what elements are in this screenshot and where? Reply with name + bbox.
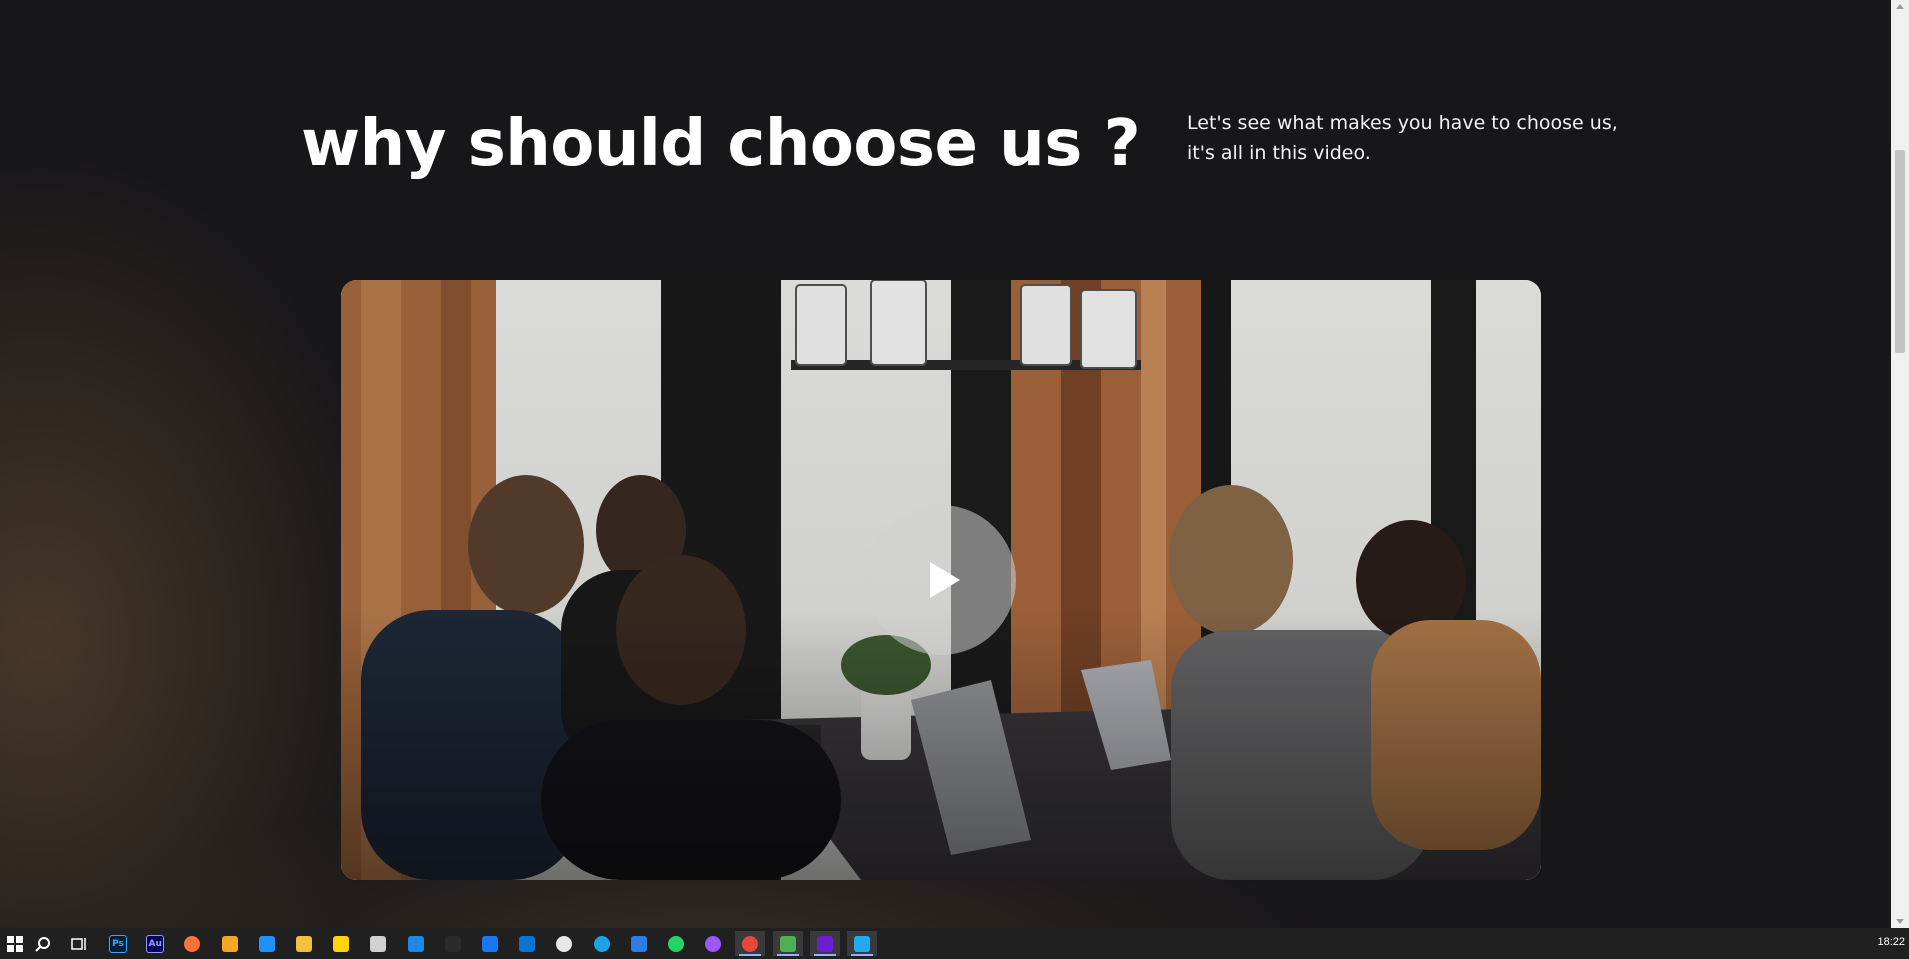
start-icon-glyph bbox=[7, 935, 23, 952]
vscode-icon-glyph bbox=[854, 935, 870, 952]
app-green-icon[interactable] bbox=[772, 931, 803, 956]
outlook-icon[interactable] bbox=[512, 931, 542, 956]
audition-icon[interactable]: Au bbox=[140, 931, 170, 956]
task-view-icon-glyph bbox=[71, 936, 87, 952]
chrome-icon-glyph bbox=[742, 935, 759, 952]
firefox-icon-glyph bbox=[184, 935, 201, 952]
task-view-icon[interactable] bbox=[64, 931, 94, 956]
vertical-scrollbar[interactable] bbox=[1891, 0, 1909, 928]
section-intro: Let's see what makes you have to choose … bbox=[1187, 108, 1627, 168]
whatsapp-icon-glyph bbox=[668, 935, 684, 952]
play-icon bbox=[930, 562, 960, 598]
scrollbar-thumb[interactable] bbox=[1895, 150, 1905, 353]
play-button[interactable] bbox=[866, 505, 1016, 655]
store-icon-glyph bbox=[258, 935, 275, 952]
photoshop-icon-glyph: Ps bbox=[109, 934, 127, 953]
webstorm-icon-glyph bbox=[407, 935, 424, 952]
messenger-icon[interactable] bbox=[698, 931, 728, 956]
intro-line-2: it's all in this video. bbox=[1187, 142, 1371, 164]
chrome-icon[interactable] bbox=[735, 931, 766, 956]
facebook-icon[interactable] bbox=[475, 931, 505, 956]
outlook-icon-glyph bbox=[519, 935, 536, 952]
app-icon-glyph bbox=[370, 935, 387, 952]
file-explorer-icon-glyph bbox=[296, 935, 312, 952]
search-icon-glyph bbox=[35, 936, 51, 952]
video-player[interactable] bbox=[341, 280, 1541, 880]
taskbar: Ps Au 18:22 bbox=[0, 928, 1909, 959]
taskbar-clock[interactable]: 18:22 bbox=[1877, 936, 1905, 948]
edge-icon[interactable] bbox=[587, 931, 617, 956]
search-icon[interactable] bbox=[28, 931, 58, 956]
file-explorer-icon[interactable] bbox=[289, 931, 319, 956]
messenger-icon-glyph bbox=[705, 935, 722, 952]
intro-line-1: Let's see what makes you have to choose … bbox=[1187, 112, 1618, 134]
page: why should choose us ? Let's see what ma… bbox=[0, 0, 1891, 928]
media-player-icon-glyph bbox=[816, 935, 833, 952]
terminal-icon-glyph bbox=[444, 935, 461, 952]
whatsapp-icon[interactable] bbox=[661, 931, 691, 956]
photoshop-icon[interactable]: Ps bbox=[103, 931, 133, 956]
start-icon[interactable] bbox=[0, 931, 30, 956]
sticky-notes-icon-glyph bbox=[333, 935, 350, 952]
scroll-up-icon[interactable] bbox=[1896, 4, 1904, 9]
todo-icon-glyph bbox=[630, 935, 647, 952]
photos-icon[interactable] bbox=[549, 931, 579, 956]
app-icon[interactable] bbox=[363, 931, 393, 956]
edge-icon-glyph bbox=[593, 935, 610, 952]
webstorm-icon[interactable] bbox=[401, 931, 431, 956]
audition-icon-glyph: Au bbox=[146, 934, 165, 953]
vscode-icon[interactable] bbox=[847, 931, 877, 956]
section-heading: why should choose us ? bbox=[301, 107, 1141, 181]
app-green-icon-glyph bbox=[779, 935, 796, 952]
terminal-icon[interactable] bbox=[438, 931, 468, 956]
todo-icon[interactable] bbox=[624, 931, 654, 956]
search-app-icon[interactable] bbox=[215, 931, 245, 956]
sticky-notes-icon[interactable] bbox=[326, 931, 356, 956]
facebook-icon-glyph bbox=[482, 935, 498, 952]
scroll-down-icon[interactable] bbox=[1896, 919, 1904, 924]
media-player-icon[interactable] bbox=[809, 931, 840, 956]
store-icon[interactable] bbox=[252, 931, 282, 956]
firefox-icon[interactable] bbox=[177, 931, 207, 956]
search-app-icon-glyph bbox=[221, 935, 238, 952]
photos-icon-glyph bbox=[556, 935, 573, 952]
